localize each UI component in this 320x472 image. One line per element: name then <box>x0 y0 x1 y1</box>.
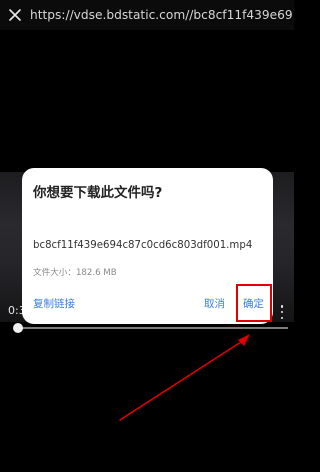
annotation-arrow <box>119 334 250 421</box>
